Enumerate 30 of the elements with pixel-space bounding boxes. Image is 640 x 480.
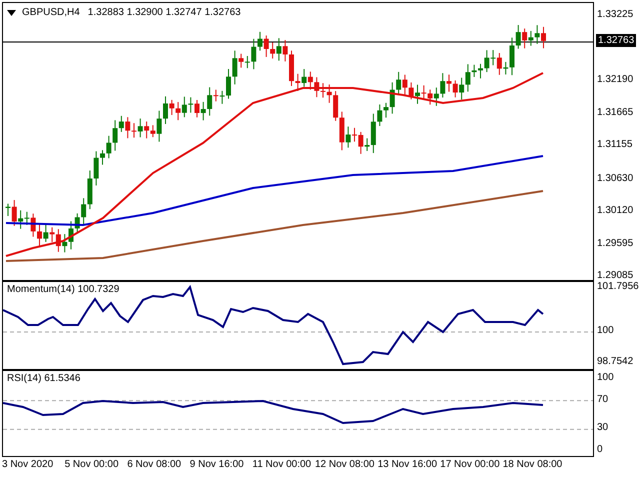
price-label: 1.29085 — [597, 268, 634, 282]
time-label: 9 Nov 16:00 — [190, 459, 245, 470]
time-label: 5 Nov 00:00 — [64, 459, 120, 470]
time-label: 17 Nov 00:00 — [440, 459, 501, 470]
momentum-axis-label: 100 — [597, 324, 614, 338]
quote-text: 1.32883 1.32900 1.32747 1.32763 — [88, 7, 241, 18]
rsi-axis-label: 100 — [597, 371, 614, 385]
time-label: 11 Nov 00:00 — [252, 459, 312, 470]
rsi-axis-label: 70 — [597, 392, 608, 407]
price-label: 1.30120 — [597, 204, 634, 218]
price-label: 1.31155 — [597, 138, 632, 152]
price-label: 1.30630 — [597, 172, 634, 186]
time-label: 18 Nov 08:00 — [502, 459, 564, 470]
caret-icon[interactable] — [7, 10, 16, 16]
time-label: 12 Nov 08:00 — [314, 459, 376, 470]
rsi-axis-label: 0 — [597, 443, 603, 457]
momentum-axis-label: 101.7956 — [597, 280, 639, 294]
price-label: 1.29595 — [597, 236, 634, 251]
current-price-badge: 1.32763 — [596, 34, 636, 47]
momentum-axis-label: 98.7542 — [597, 355, 634, 369]
price-label: 1.33225 — [597, 8, 634, 22]
time-label: 6 Nov 08:00 — [127, 459, 182, 470]
indicator-label: RSI(14) 61.5346 — [7, 373, 80, 384]
symbol-label: GBPUSD,H4 — [22, 7, 80, 18]
time-label: 13 Nov 16:00 — [378, 459, 438, 470]
rsi-axis-label: 30 — [597, 421, 608, 436]
price-label: 1.32190 — [597, 73, 634, 88]
indicator-label: Momentum(14) 100.7329 — [7, 284, 120, 295]
price-label: 1.31665 — [597, 106, 634, 120]
time-label: 3 Nov 2020 — [2, 459, 54, 470]
